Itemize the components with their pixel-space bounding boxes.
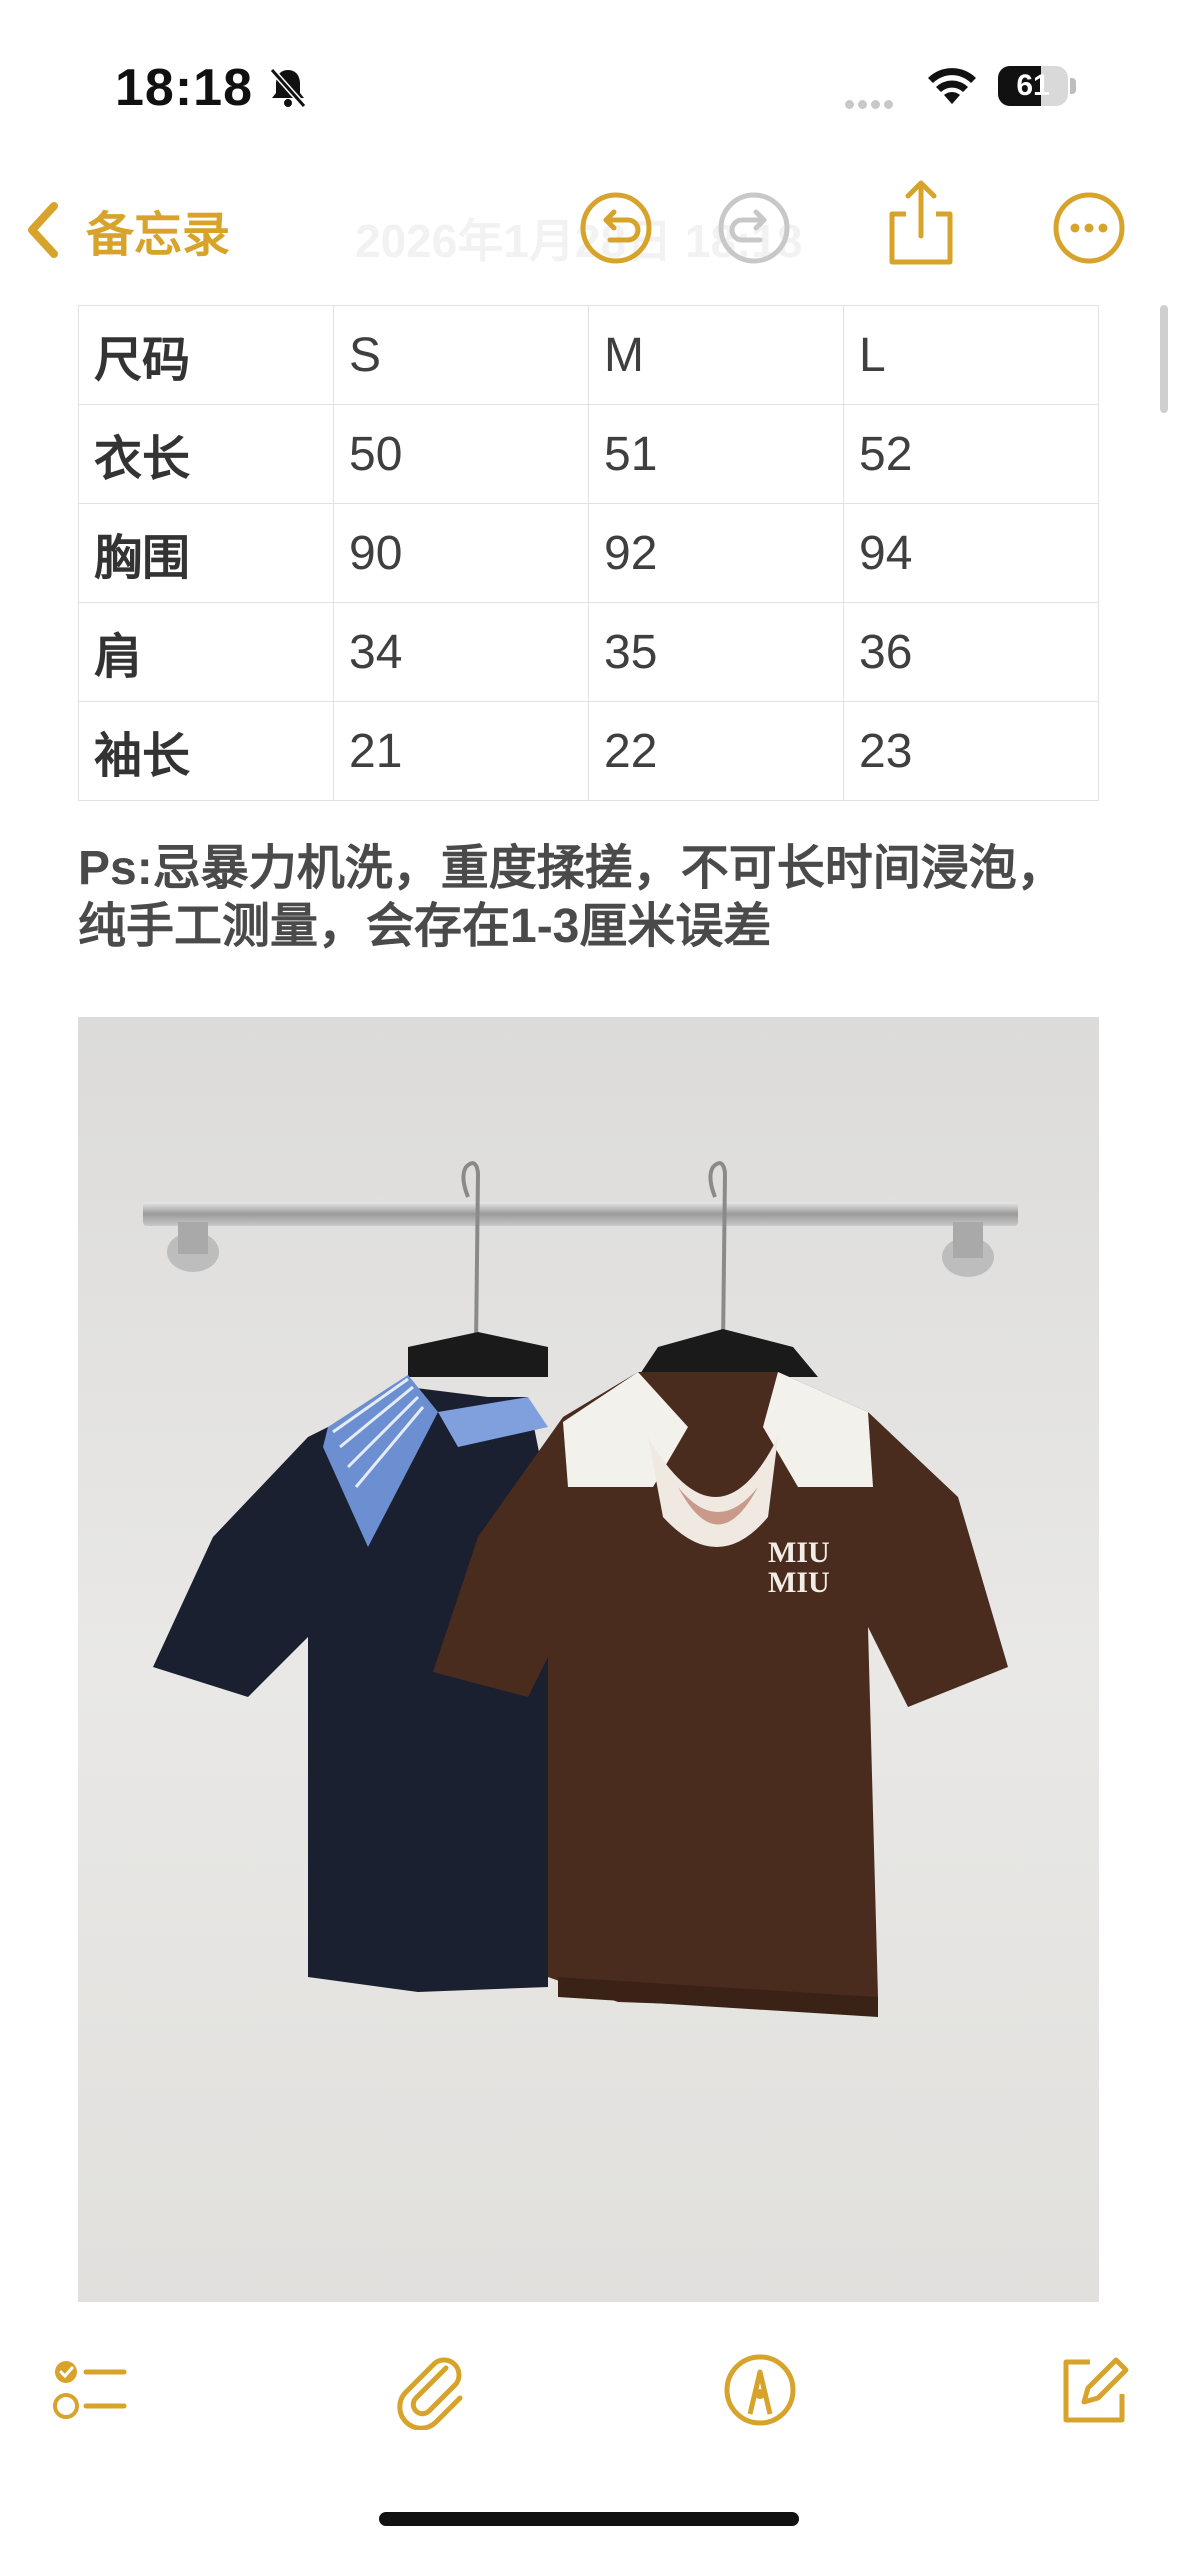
bell-slash-icon: [269, 68, 307, 108]
status-bar: 18:18 61: [0, 0, 1179, 150]
table-cell[interactable]: 51: [588, 404, 844, 504]
table-cell[interactable]: 90: [333, 503, 589, 603]
table-row: 肩 34 35 36: [78, 602, 1099, 702]
scroll-indicator[interactable]: [1160, 305, 1168, 413]
table-cell[interactable]: 胸围: [78, 503, 334, 603]
more-icon[interactable]: [1049, 188, 1129, 268]
brand-logo-text: MIU: [768, 1536, 830, 1569]
table-cell[interactable]: 袖长: [78, 701, 334, 801]
wifi-icon: [928, 68, 976, 104]
note-line-1: Ps:忌暴力机洗，重度揉搓，不可长时间浸泡，: [78, 842, 1065, 895]
product-photo[interactable]: MIU MIU: [78, 1017, 1099, 2302]
note-line-2: 纯手工测量，会存在1-3厘米误差: [78, 900, 772, 953]
nav-bar: 备忘录 2026年1月28日 18:18: [0, 160, 1179, 300]
home-indicator[interactable]: [379, 2512, 799, 2526]
table-cell[interactable]: 92: [588, 503, 844, 603]
table-cell[interactable]: M: [588, 305, 844, 405]
table-cell[interactable]: 35: [588, 602, 844, 702]
share-icon[interactable]: [884, 178, 958, 268]
compose-icon[interactable]: [1054, 2350, 1134, 2430]
clothing-rack-illustration: MIU MIU: [78, 1017, 1099, 2302]
markup-pen-icon[interactable]: [720, 2350, 800, 2430]
bottom-toolbar: [0, 2320, 1179, 2460]
brand-logo-text: MIU: [768, 1566, 830, 1599]
size-table: 尺码 S M L 衣长 50 51 52 胸围 90 92 94 肩 34 35…: [78, 305, 1099, 801]
battery-percent: 61: [1016, 69, 1050, 102]
status-time: 18:18: [115, 59, 253, 117]
cellular-dots-icon: [845, 96, 897, 114]
battery-icon: 61: [998, 66, 1078, 106]
table-row: 胸围 90 92 94: [78, 503, 1099, 603]
table-row: 袖长 21 22 23: [78, 701, 1099, 801]
table-cell[interactable]: 36: [843, 602, 1099, 702]
undo-icon[interactable]: [576, 188, 656, 268]
paperclip-icon[interactable]: [392, 2350, 472, 2430]
table-cell[interactable]: 52: [843, 404, 1099, 504]
table-cell[interactable]: 肩: [78, 602, 334, 702]
note-text[interactable]: Ps:忌暴力机洗，重度揉搓，不可长时间浸泡， 纯手工测量，会存在1-3厘米误差: [78, 840, 1148, 956]
table-row: 尺码 S M L: [78, 305, 1099, 405]
table-cell[interactable]: 50: [333, 404, 589, 504]
checklist-icon[interactable]: [50, 2350, 130, 2430]
redo-icon[interactable]: [714, 188, 794, 268]
table-cell[interactable]: 94: [843, 503, 1099, 603]
table-cell[interactable]: S: [333, 305, 589, 405]
table-row: 衣长 50 51 52: [78, 404, 1099, 504]
table-cell[interactable]: L: [843, 305, 1099, 405]
back-button[interactable]: 备忘录: [24, 195, 230, 265]
back-label: 备忘录: [86, 209, 231, 262]
table-cell[interactable]: 尺码: [78, 305, 334, 405]
table-cell[interactable]: 21: [333, 701, 589, 801]
table-cell[interactable]: 22: [588, 701, 844, 801]
table-cell[interactable]: 衣长: [78, 404, 334, 504]
chevron-left-icon: [28, 202, 58, 258]
table-cell[interactable]: 34: [333, 602, 589, 702]
table-cell[interactable]: 23: [843, 701, 1099, 801]
